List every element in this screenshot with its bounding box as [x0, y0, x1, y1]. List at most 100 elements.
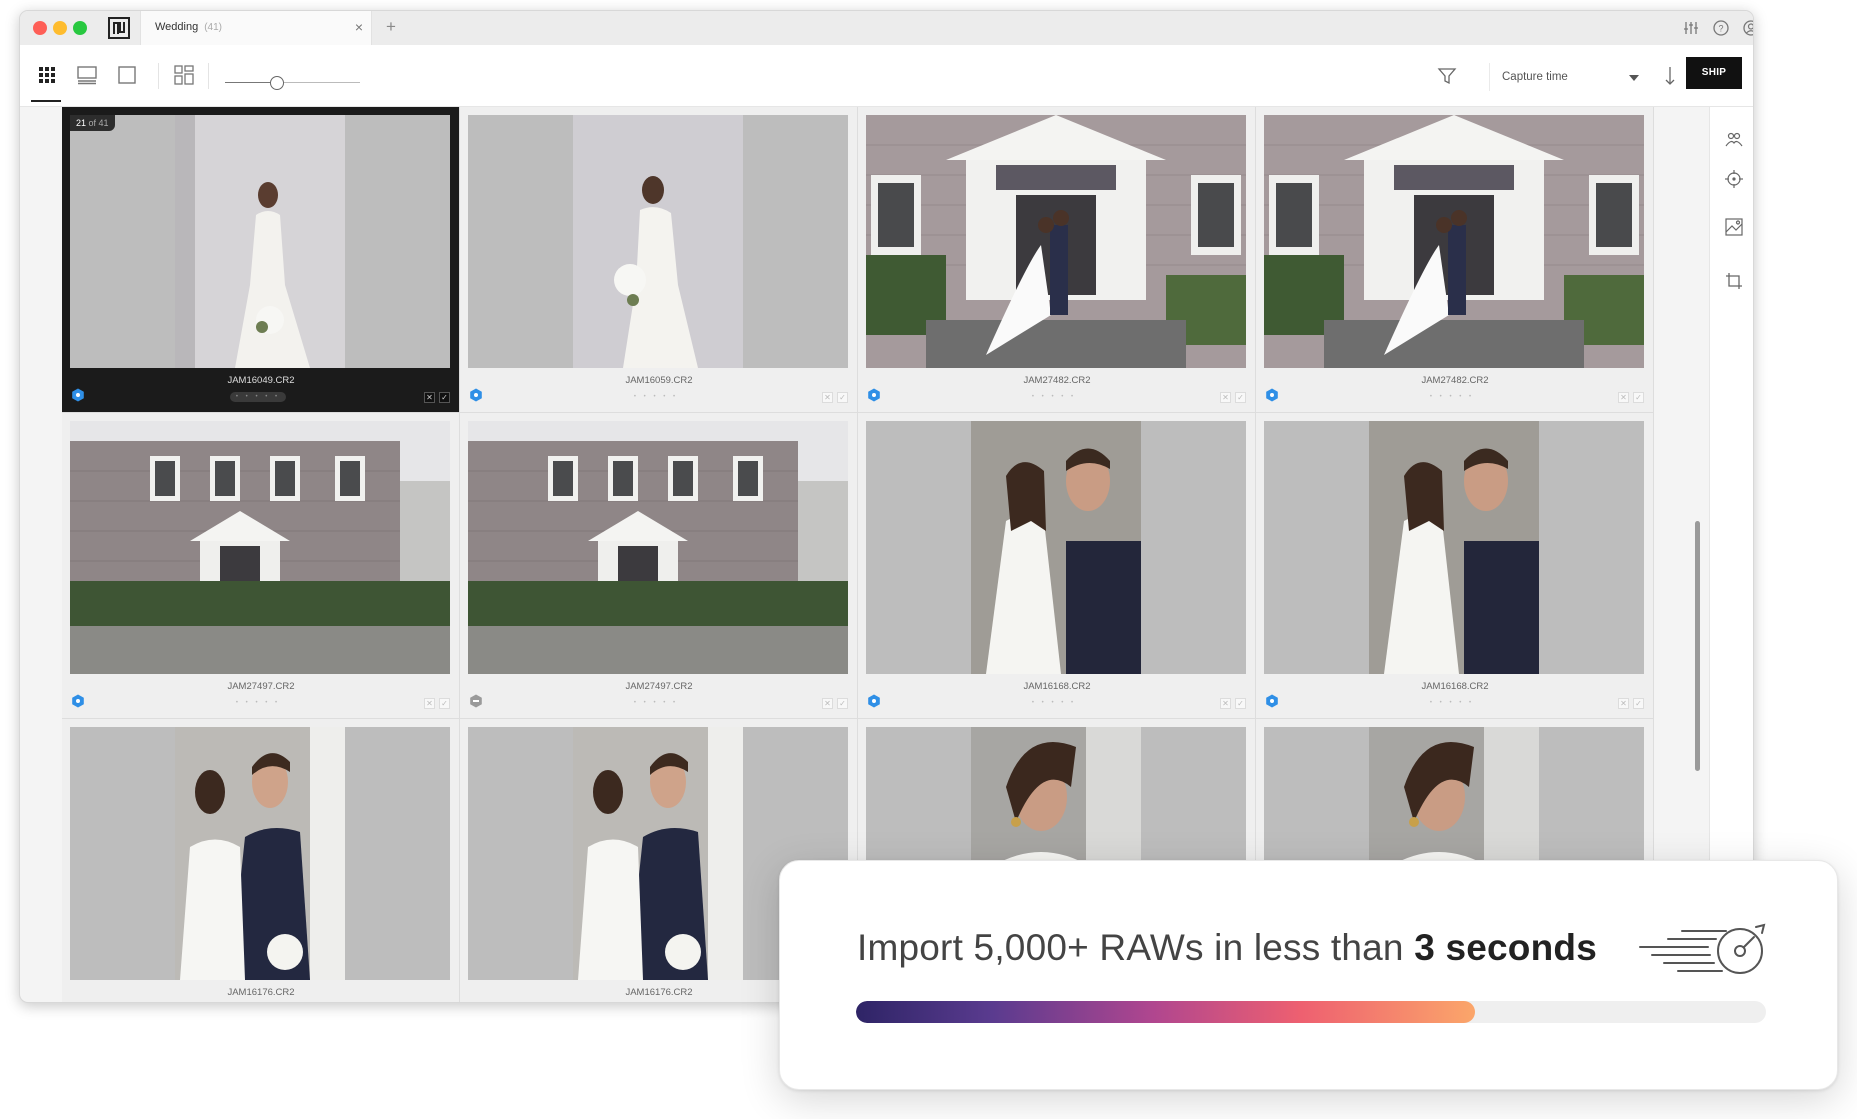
tab-title: Wedding (41)	[155, 21, 223, 33]
photo-filename: JAM16168.CR2	[1421, 681, 1489, 692]
pick-flag-icon[interactable]: ✓	[439, 392, 450, 403]
hexagon-badge-icon	[470, 388, 482, 402]
chevron-down-icon	[1629, 75, 1639, 81]
photo-filename: JAM27482.CR2	[1421, 375, 1489, 386]
tab-wedding[interactable]: Wedding (41) ×	[140, 11, 372, 45]
photo-thumbnail[interactable]	[70, 421, 450, 674]
zoom-window-button[interactable]	[73, 21, 87, 35]
toolbar-divider	[208, 63, 209, 89]
import-progress-fill	[856, 1001, 1475, 1023]
speedometer-icon	[1639, 923, 1766, 974]
star-rating[interactable]: • • • • •	[1026, 698, 1082, 708]
pick-flag-icon[interactable]: ✓	[1633, 698, 1644, 709]
reject-flag-icon[interactable]: ✕	[424, 698, 435, 709]
filmstrip-view-icon[interactable]	[75, 63, 99, 87]
single-view-icon[interactable]	[115, 63, 139, 87]
import-headline: Import 5,000+ RAWs in less than 3 second…	[857, 927, 1597, 968]
active-view-indicator	[31, 100, 61, 102]
ship-button[interactable]: SHIP	[1686, 57, 1742, 89]
pick-flag-icon[interactable]: ✓	[837, 392, 848, 403]
photo-thumbnail[interactable]	[1264, 115, 1644, 368]
photo-cell[interactable]: JAM27482.CR2 • • • • • ✕ ✓	[1256, 107, 1654, 413]
photo-filename: JAM16168.CR2	[1023, 681, 1091, 692]
hexagon-badge-icon	[1266, 388, 1278, 402]
photo-cell[interactable]: JAM16176.CR2	[62, 719, 460, 1002]
toolbar-divider	[158, 63, 159, 89]
hexagon-badge-icon	[1266, 694, 1278, 708]
star-rating[interactable]: • • • • •	[1026, 392, 1082, 402]
photo-cell[interactable]: JAM16168.CR2 • • • • • ✕ ✓	[858, 413, 1256, 719]
toolbar: Capture time SHIP	[20, 45, 1753, 107]
photo-thumbnail[interactable]	[866, 115, 1246, 368]
pick-flag-icon[interactable]: ✓	[439, 698, 450, 709]
photo-cell[interactable]: 21 of 41 JAM16049.CR2 • • • • • ✕ ✓	[62, 107, 460, 413]
star-rating[interactable]: • • • • •	[628, 392, 684, 402]
reject-flag-icon[interactable]: ✕	[1618, 698, 1629, 709]
hexagon-badge-icon	[868, 388, 880, 402]
hexagon-badge-icon	[72, 388, 84, 402]
app-logo-icon	[108, 17, 130, 39]
photo-filename: JAM16176.CR2	[227, 987, 295, 998]
star-rating[interactable]: • • • • •	[230, 392, 286, 402]
photo-thumbnail[interactable]	[70, 115, 450, 368]
reject-flag-icon[interactable]: ✕	[1618, 392, 1629, 403]
photo-thumbnail[interactable]	[70, 727, 450, 980]
photo-cell[interactable]: JAM16059.CR2 • • • • • ✕ ✓	[460, 107, 858, 413]
import-progress-bar	[856, 1001, 1766, 1023]
account-icon[interactable]	[1742, 19, 1754, 37]
reject-flag-icon[interactable]: ✕	[822, 392, 833, 403]
adjust-sliders-icon[interactable]	[1682, 19, 1700, 37]
pick-flag-icon[interactable]: ✓	[1235, 392, 1246, 403]
reject-flag-icon[interactable]: ✕	[1220, 698, 1231, 709]
photo-filename: JAM27482.CR2	[1023, 375, 1091, 386]
photo-cell[interactable]: JAM27497.CR2 • • • • • ✕ ✓	[460, 413, 858, 719]
svg-text:?: ?	[1718, 24, 1723, 34]
star-rating[interactable]: • • • • •	[1424, 392, 1480, 402]
hexagon-badge-icon	[470, 694, 482, 708]
star-rating[interactable]: • • • • •	[628, 698, 684, 708]
pick-flag-icon[interactable]: ✓	[837, 698, 848, 709]
photo-thumbnail[interactable]	[866, 421, 1246, 674]
sort-by-select[interactable]: Capture time	[1489, 63, 1651, 91]
photo-counter: 21 of 41	[70, 115, 115, 131]
close-window-button[interactable]	[33, 21, 47, 35]
compare-view-icon[interactable]	[172, 63, 196, 87]
reject-flag-icon[interactable]: ✕	[424, 392, 435, 403]
sort-direction-icon[interactable]	[1662, 65, 1678, 87]
new-tab-button[interactable]: +	[386, 18, 396, 36]
photo-filename: JAM27497.CR2	[625, 681, 693, 692]
hexagon-badge-icon	[72, 694, 84, 708]
grid-view-icon[interactable]	[35, 63, 59, 87]
filter-icon[interactable]	[1436, 65, 1458, 87]
photo-thumbnail[interactable]	[468, 421, 848, 674]
photo-filename: JAM27497.CR2	[227, 681, 295, 692]
photo-cell[interactable]: JAM27497.CR2 • • • • • ✕ ✓	[62, 413, 460, 719]
photo-thumbnail[interactable]	[468, 115, 848, 368]
star-rating[interactable]: • • • • •	[230, 698, 286, 708]
photo-cell[interactable]: JAM16168.CR2 • • • • • ✕ ✓	[1256, 413, 1654, 719]
close-tab-icon[interactable]: ×	[355, 19, 363, 35]
help-icon[interactable]: ?	[1712, 19, 1730, 37]
app-window: Wedding (41) × + ? Capture time SHIP 21 …	[19, 10, 1754, 1003]
tab-count: (41)	[204, 22, 223, 33]
import-headline-emphasis: 3 seconds	[1414, 927, 1597, 968]
photo-filename: JAM16049.CR2	[227, 375, 295, 386]
star-rating[interactable]: • • • • •	[1424, 698, 1480, 708]
reject-flag-icon[interactable]: ✕	[1220, 392, 1231, 403]
crop-icon[interactable]	[1724, 271, 1744, 291]
pick-flag-icon[interactable]: ✓	[1235, 698, 1246, 709]
grid-scrollbar[interactable]	[1695, 521, 1700, 771]
minimize-window-button[interactable]	[53, 21, 67, 35]
title-bar: Wedding (41) × + ?	[20, 11, 1753, 45]
target-icon[interactable]	[1724, 169, 1744, 189]
thumbnail-size-slider-fill	[225, 82, 275, 83]
hexagon-badge-icon	[868, 694, 880, 708]
faces-icon[interactable]	[1724, 129, 1744, 149]
photo-cell[interactable]: JAM27482.CR2 • • • • • ✕ ✓	[858, 107, 1256, 413]
pick-flag-icon[interactable]: ✓	[1633, 392, 1644, 403]
reject-flag-icon[interactable]: ✕	[822, 698, 833, 709]
thumbnail-size-slider-thumb[interactable]	[270, 76, 284, 90]
import-speed-card: Import 5,000+ RAWs in less than 3 second…	[779, 860, 1838, 1090]
image-adjust-icon[interactable]	[1724, 217, 1744, 237]
photo-thumbnail[interactable]	[1264, 421, 1644, 674]
